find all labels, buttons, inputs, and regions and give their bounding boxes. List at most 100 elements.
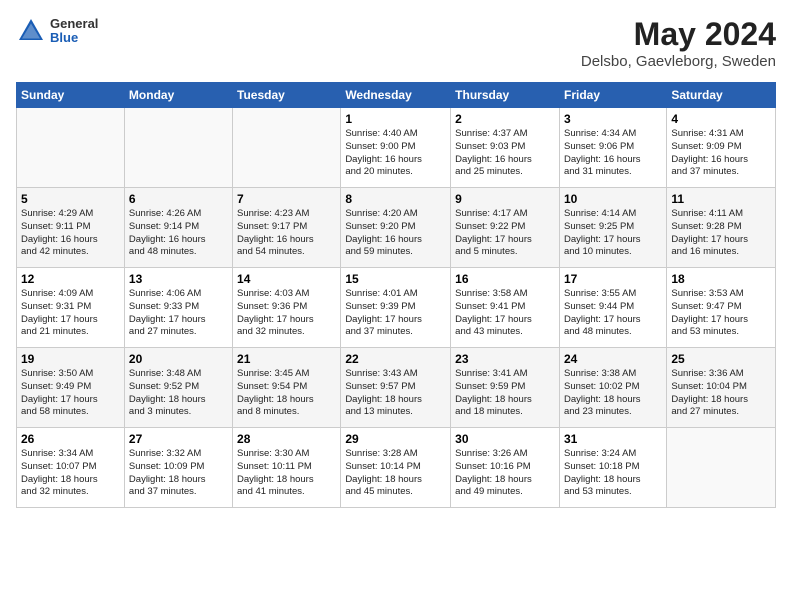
day-number: 14 [237,272,336,286]
day-number: 29 [345,432,446,446]
day-number: 12 [21,272,120,286]
day-info: Sunrise: 3:36 AM Sunset: 10:04 PM Daylig… [671,368,771,419]
day-number: 4 [671,112,771,126]
day-info: Sunrise: 3:43 AM Sunset: 9:57 PM Dayligh… [345,368,446,419]
calendar-cell: 6 Sunrise: 4:26 AM Sunset: 9:14 PM Daylig… [124,188,232,268]
day-info: Sunrise: 4:01 AM Sunset: 9:39 PM Dayligh… [345,288,446,339]
calendar-cell: 3 Sunrise: 4:34 AM Sunset: 9:06 PM Daylig… [559,108,666,188]
logo-text: General Blue [50,17,98,46]
day-number: 22 [345,352,446,366]
day-number: 16 [455,272,555,286]
calendar-cell: 13Sunrise: 4:06 AM Sunset: 9:33 PM Dayli… [124,268,232,348]
day-number: 27 [129,432,228,446]
day-info: Sunrise: 3:55 AM Sunset: 9:44 PM Dayligh… [564,288,662,339]
day-number: 24 [564,352,662,366]
day-info: Sunrise: 4:06 AM Sunset: 9:33 PM Dayligh… [129,288,228,339]
day-info: Sunrise: 3:48 AM Sunset: 9:52 PM Dayligh… [129,368,228,419]
day-number: 25 [671,352,771,366]
day-info: Sunrise: 4:03 AM Sunset: 9:36 PM Dayligh… [237,288,336,339]
day-number: 8 [345,192,446,206]
calendar-cell: 24 Sunrise: 3:38 AM Sunset: 10:02 PM Dayl… [559,348,666,428]
day-info: Sunrise: 4:20 AM Sunset: 9:20 PM Dayligh… [345,208,446,259]
weekday-header-sunday: Sunday [17,83,125,108]
calendar-cell: 11 Sunrise: 4:11 AM Sunset: 9:28 PM Dayli… [667,188,776,268]
calendar-cell: 5Sunrise: 4:29 AM Sunset: 9:11 PM Daylig… [17,188,125,268]
logo-blue-label: Blue [50,31,98,45]
day-info: Sunrise: 4:34 AM Sunset: 9:06 PM Dayligh… [564,128,662,179]
logo: General Blue [16,16,98,46]
day-info: Sunrise: 4:31 AM Sunset: 9:09 PM Dayligh… [671,128,771,179]
day-number: 2 [455,112,555,126]
weekday-header-friday: Friday [559,83,666,108]
calendar-cell: 14 Sunrise: 4:03 AM Sunset: 9:36 PM Dayli… [233,268,341,348]
day-info: Sunrise: 4:29 AM Sunset: 9:11 PM Dayligh… [21,208,120,259]
day-number: 10 [564,192,662,206]
calendar-cell: 4 Sunrise: 4:31 AM Sunset: 9:09 PM Daylig… [667,108,776,188]
day-info: Sunrise: 3:58 AM Sunset: 9:41 PM Dayligh… [455,288,555,339]
day-info: Sunrise: 3:26 AM Sunset: 10:16 PM Daylig… [455,448,555,499]
day-number: 15 [345,272,446,286]
day-number: 19 [21,352,120,366]
day-number: 9 [455,192,555,206]
calendar-cell: 30 Sunrise: 3:26 AM Sunset: 10:16 PM Dayl… [451,428,560,508]
calendar-cell: 29Sunrise: 3:28 AM Sunset: 10:14 PM Dayl… [341,428,451,508]
calendar-cell: 18Sunrise: 3:53 AM Sunset: 9:47 PM Dayli… [667,268,776,348]
day-number: 30 [455,432,555,446]
day-info: Sunrise: 3:32 AM Sunset: 10:09 PM Daylig… [129,448,228,499]
calendar-week-row: 1Sunrise: 4:40 AM Sunset: 9:00 PM Daylig… [17,108,776,188]
day-number: 11 [671,192,771,206]
title-block: May 2024 Delsbo, Gaevleborg, Sweden [581,16,776,70]
logo-icon [16,16,46,46]
day-info: Sunrise: 4:40 AM Sunset: 9:00 PM Dayligh… [345,128,446,179]
day-number: 7 [237,192,336,206]
day-info: Sunrise: 4:37 AM Sunset: 9:03 PM Dayligh… [455,128,555,179]
weekday-header-saturday: Saturday [667,83,776,108]
day-number: 3 [564,112,662,126]
calendar-cell: 28 Sunrise: 3:30 AM Sunset: 10:11 PM Dayl… [233,428,341,508]
calendar-cell: 1Sunrise: 4:40 AM Sunset: 9:00 PM Daylig… [341,108,451,188]
calendar-cell [124,108,232,188]
calendar-cell: 23 Sunrise: 3:41 AM Sunset: 9:59 PM Dayli… [451,348,560,428]
weekday-header-tuesday: Tuesday [233,83,341,108]
calendar-week-row: 26 Sunrise: 3:34 AM Sunset: 10:07 PM Dayl… [17,428,776,508]
calendar-table: SundayMondayTuesdayWednesdayThursdayFrid… [16,82,776,508]
calendar-week-row: 5Sunrise: 4:29 AM Sunset: 9:11 PM Daylig… [17,188,776,268]
calendar-cell [17,108,125,188]
month-year-title: May 2024 [581,16,776,53]
calendar-cell: 17 Sunrise: 3:55 AM Sunset: 9:44 PM Dayli… [559,268,666,348]
day-info: Sunrise: 4:26 AM Sunset: 9:14 PM Dayligh… [129,208,228,259]
day-number: 28 [237,432,336,446]
day-number: 26 [21,432,120,446]
calendar-cell: 15 Sunrise: 4:01 AM Sunset: 9:39 PM Dayli… [341,268,451,348]
day-info: Sunrise: 3:38 AM Sunset: 10:02 PM Daylig… [564,368,662,419]
day-number: 23 [455,352,555,366]
day-info: Sunrise: 3:24 AM Sunset: 10:18 PM Daylig… [564,448,662,499]
page-header: General Blue May 2024 Delsbo, Gaevleborg… [16,16,776,70]
day-info: Sunrise: 3:45 AM Sunset: 9:54 PM Dayligh… [237,368,336,419]
day-info: Sunrise: 4:11 AM Sunset: 9:28 PM Dayligh… [671,208,771,259]
calendar-cell: 19Sunrise: 3:50 AM Sunset: 9:49 PM Dayli… [17,348,125,428]
calendar-cell: 10Sunrise: 4:14 AM Sunset: 9:25 PM Dayli… [559,188,666,268]
calendar-week-row: 19Sunrise: 3:50 AM Sunset: 9:49 PM Dayli… [17,348,776,428]
day-info: Sunrise: 3:30 AM Sunset: 10:11 PM Daylig… [237,448,336,499]
day-number: 21 [237,352,336,366]
weekday-header-wednesday: Wednesday [341,83,451,108]
weekday-header-monday: Monday [124,83,232,108]
calendar-cell: 20Sunrise: 3:48 AM Sunset: 9:52 PM Dayli… [124,348,232,428]
day-info: Sunrise: 3:41 AM Sunset: 9:59 PM Dayligh… [455,368,555,419]
calendar-cell: 16 Sunrise: 3:58 AM Sunset: 9:41 PM Dayli… [451,268,560,348]
day-number: 6 [129,192,228,206]
calendar-cell: 31 Sunrise: 3:24 AM Sunset: 10:18 PM Dayl… [559,428,666,508]
logo-general-label: General [50,17,98,31]
calendar-cell: 9 Sunrise: 4:17 AM Sunset: 9:22 PM Daylig… [451,188,560,268]
weekday-header-row: SundayMondayTuesdayWednesdayThursdayFrid… [17,83,776,108]
day-info: Sunrise: 3:34 AM Sunset: 10:07 PM Daylig… [21,448,120,499]
day-number: 31 [564,432,662,446]
day-number: 17 [564,272,662,286]
day-info: Sunrise: 4:17 AM Sunset: 9:22 PM Dayligh… [455,208,555,259]
day-number: 18 [671,272,771,286]
calendar-cell: 7Sunrise: 4:23 AM Sunset: 9:17 PM Daylig… [233,188,341,268]
calendar-cell: 27 Sunrise: 3:32 AM Sunset: 10:09 PM Dayl… [124,428,232,508]
location-subtitle: Delsbo, Gaevleborg, Sweden [581,53,776,70]
calendar-cell: 21 Sunrise: 3:45 AM Sunset: 9:54 PM Dayli… [233,348,341,428]
